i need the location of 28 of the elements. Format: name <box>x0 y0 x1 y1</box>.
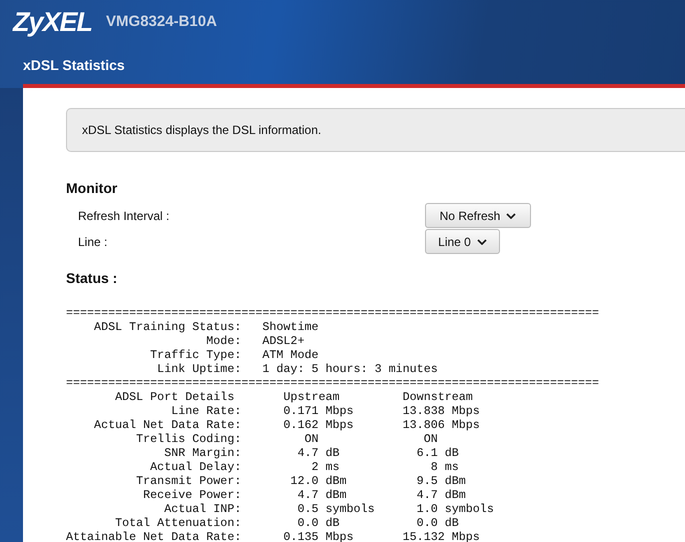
status-line: ============================================================================ <box>66 306 600 320</box>
status-line: ADSL Training Status: Showtime <box>93 320 320 334</box>
status-line: Actual Delay: 2 ms 8 ms <box>149 460 460 474</box>
info-text: xDSL Statistics displays the DSL information. <box>82 122 322 139</box>
chevron-down-icon <box>506 212 516 218</box>
status-line: ============================================================================ <box>66 376 600 390</box>
dropdown[interactable]: No Refresh <box>425 203 531 228</box>
status-line: Transmit Power: 12.0 dBm 9.5 dBm <box>135 474 467 488</box>
dropdown[interactable]: Line 0 <box>425 229 500 254</box>
status-line: Actual INP: 0.5 symbols 1.0 symbols <box>163 502 495 516</box>
status-line: Link Uptime: 1 day: 5 hours: 3 minutes <box>156 362 439 376</box>
field-label: Refresh Interval : <box>77 208 170 224</box>
chevron-down-icon <box>476 238 487 244</box>
status-line: ADSL Port Details Upstream Downstream <box>114 390 474 404</box>
status-line: Line Rate: 0.171 Mbps 13.838 Mbps <box>170 404 481 418</box>
page-title: xDSL Statistics <box>23 56 125 74</box>
status-line: Receive Power: 4.7 dBm 4.7 dBm <box>142 488 467 502</box>
status-line: Actual Net Data Rate: 0.162 Mbps 13.806 Mbps <box>93 418 481 432</box>
status-line: Trellis Coding: ON ON <box>135 432 439 446</box>
section-title: Monitor <box>66 179 118 198</box>
status-line: Total Attenuation: 0.0 dB 0.0 dB <box>114 516 460 530</box>
status-line: Mode: ADSL2+ <box>205 334 306 348</box>
field-label: Line : <box>77 234 108 250</box>
status-line: SNR Margin: 4.7 dB 6.1 dB <box>163 446 460 460</box>
section-title: Status : <box>66 269 118 288</box>
logo: ZyXEL <box>13 8 92 36</box>
model-name: VMG8324-B10A <box>106 12 217 32</box>
status-line: Traffic Type: ATM Mode <box>149 348 320 362</box>
